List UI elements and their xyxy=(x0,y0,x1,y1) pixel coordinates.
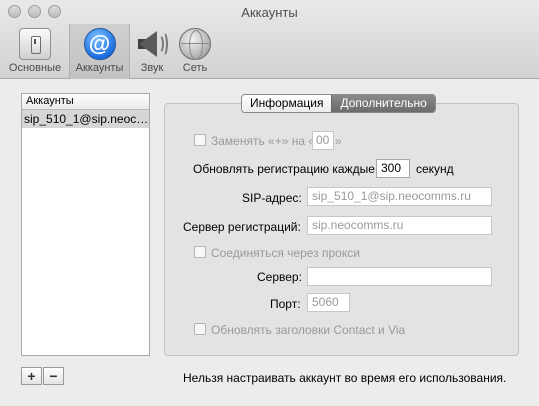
toolbar-network[interactable]: Сеть xyxy=(176,24,214,79)
add-account-button[interactable]: + xyxy=(21,367,42,385)
accounts-list-header: Аккаунты xyxy=(22,94,149,110)
registrar-field[interactable]: sip.neocomms.ru xyxy=(307,216,492,235)
sip-address-label: SIP-адрес: xyxy=(242,191,302,205)
update-registration-label: Обновлять регистрацию каждые xyxy=(193,162,375,176)
speaker-icon xyxy=(136,28,168,60)
proxy-server-field[interactable] xyxy=(307,267,492,286)
proxy-port-field[interactable]: 5060 xyxy=(307,293,350,312)
remove-account-button[interactable]: − xyxy=(43,367,64,385)
general-switch-icon xyxy=(19,28,51,60)
use-proxy-checkbox[interactable] xyxy=(194,246,206,258)
toolbar-network-label: Сеть xyxy=(182,62,208,74)
toolbar-accounts[interactable]: @ Аккаунты xyxy=(69,24,130,79)
account-in-use-message: Нельзя настраивать аккаунт во время его … xyxy=(183,371,507,385)
replace-plus-suffix: » xyxy=(335,134,342,148)
update-registration-field[interactable]: 300 xyxy=(376,159,410,178)
use-proxy-label: Соединяться через прокси xyxy=(211,246,360,260)
sip-address-field[interactable]: sip_510_1@sip.neocomms.ru xyxy=(307,187,492,206)
at-sign-icon: @ xyxy=(83,28,116,60)
window-title: Аккаунты xyxy=(241,5,298,20)
toolbar-sound-label: Звук xyxy=(140,62,164,74)
preferences-window: Аккаунты Основные @ Аккаунты Звук Сеть А… xyxy=(0,0,539,406)
replace-plus-field[interactable]: 00 xyxy=(312,131,334,150)
registrar-label: Сервер регистраций: xyxy=(183,220,301,234)
toolbar-sound[interactable]: Звук xyxy=(133,24,171,79)
network-globe-icon xyxy=(179,28,211,60)
tab-information[interactable]: Информация xyxy=(242,95,332,112)
proxy-server-label: Сервер: xyxy=(257,270,302,284)
proxy-port-label: Порт: xyxy=(270,297,301,311)
toolbar-general[interactable]: Основные xyxy=(4,24,66,79)
update-registration-units: секунд xyxy=(416,162,454,176)
accounts-list[interactable]: Аккаунты sip_510_1@sip.neocomms.ru xyxy=(21,93,150,356)
replace-plus-checkbox[interactable] xyxy=(194,134,206,146)
replace-plus-label: Заменять «+» на « xyxy=(211,134,316,148)
title-bar: Аккаунты Основные @ Аккаунты Звук Сеть xyxy=(0,0,539,79)
tab-advanced[interactable]: Дополнительно xyxy=(331,95,435,112)
toolbar-general-label: Основные xyxy=(8,62,62,74)
update-headers-checkbox[interactable] xyxy=(194,323,206,335)
account-list-item[interactable]: sip_510_1@sip.neocomms.ru xyxy=(22,110,149,128)
update-headers-label: Обновлять заголовки Contact и Via xyxy=(211,323,406,337)
toolbar-accounts-label: Аккаунты xyxy=(75,62,124,74)
account-tabs: Информация Дополнительно xyxy=(241,94,436,113)
